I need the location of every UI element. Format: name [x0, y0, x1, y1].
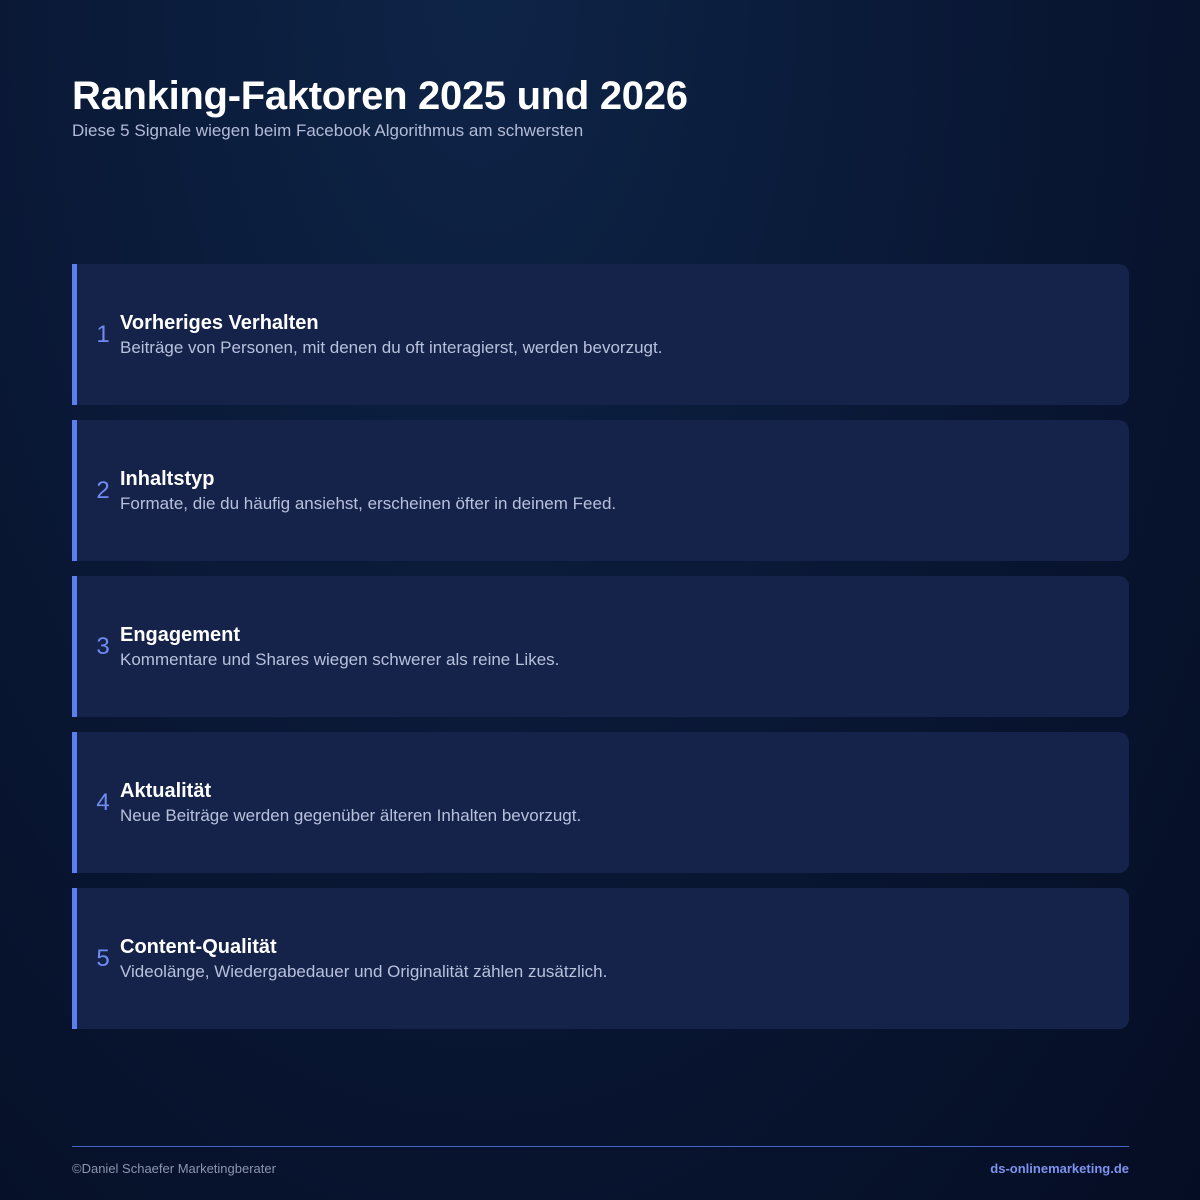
- page-subtitle: Diese 5 Signale wiegen beim Facebook Alg…: [72, 121, 584, 140]
- factor-description: Beiträge von Personen, mit denen du oft …: [120, 338, 663, 357]
- factor-text: Vorheriges Verhalten Beiträge von Person…: [120, 264, 662, 405]
- factor-number: 5: [96, 944, 110, 972]
- factor-card-1: 1 Vorheriges Verhalten Beiträge von Pers…: [72, 264, 1129, 405]
- factor-number: 4: [96, 788, 110, 816]
- page-title: Ranking-Faktoren 2025 und 2026: [72, 74, 688, 118]
- factor-card-3: 3 Engagement Kommentare und Shares wiege…: [72, 576, 1129, 717]
- factor-card-4: 4 Aktualität Neue Beiträge werden gegenü…: [72, 732, 1129, 873]
- factor-description: Videolänge, Wiedergabedauer und Original…: [120, 962, 608, 981]
- factor-text: Content-Qualität Videolänge, Wiedergabed…: [120, 888, 607, 1029]
- factor-title: Aktualität: [120, 780, 212, 802]
- factor-text: Inhaltstyp Formate, die du häufig ansieh…: [120, 420, 616, 561]
- factor-text: Engagement Kommentare und Shares wiegen …: [120, 576, 559, 717]
- factor-card-2: 2 Inhaltstyp Formate, die du häufig ansi…: [72, 420, 1129, 561]
- factor-card-5: 5 Content-Qualität Videolänge, Wiedergab…: [72, 888, 1129, 1029]
- footer-divider: [72, 1146, 1129, 1147]
- factor-number: 2: [96, 476, 110, 504]
- factor-description: Kommentare und Shares wiegen schwerer al…: [120, 650, 560, 669]
- footer-copyright: ©Daniel Schaefer Marketingberater: [72, 1161, 276, 1176]
- footer-website-link[interactable]: ds-onlinemarketing.de: [990, 1161, 1129, 1176]
- factor-title: Inhaltstyp: [120, 468, 215, 490]
- factor-text: Aktualität Neue Beiträge werden gegenübe…: [120, 732, 581, 873]
- factor-description: Neue Beiträge werden gegenüber älteren I…: [120, 806, 582, 825]
- factor-title: Content-Qualität: [120, 936, 277, 958]
- factor-description: Formate, die du häufig ansiehst, erschei…: [120, 494, 617, 513]
- factor-number: 3: [96, 632, 110, 660]
- factor-list: 1 Vorheriges Verhalten Beiträge von Pers…: [72, 264, 1129, 1044]
- factor-number: 1: [96, 320, 110, 348]
- factor-title: Vorheriges Verhalten: [120, 312, 319, 334]
- factor-title: Engagement: [120, 624, 241, 646]
